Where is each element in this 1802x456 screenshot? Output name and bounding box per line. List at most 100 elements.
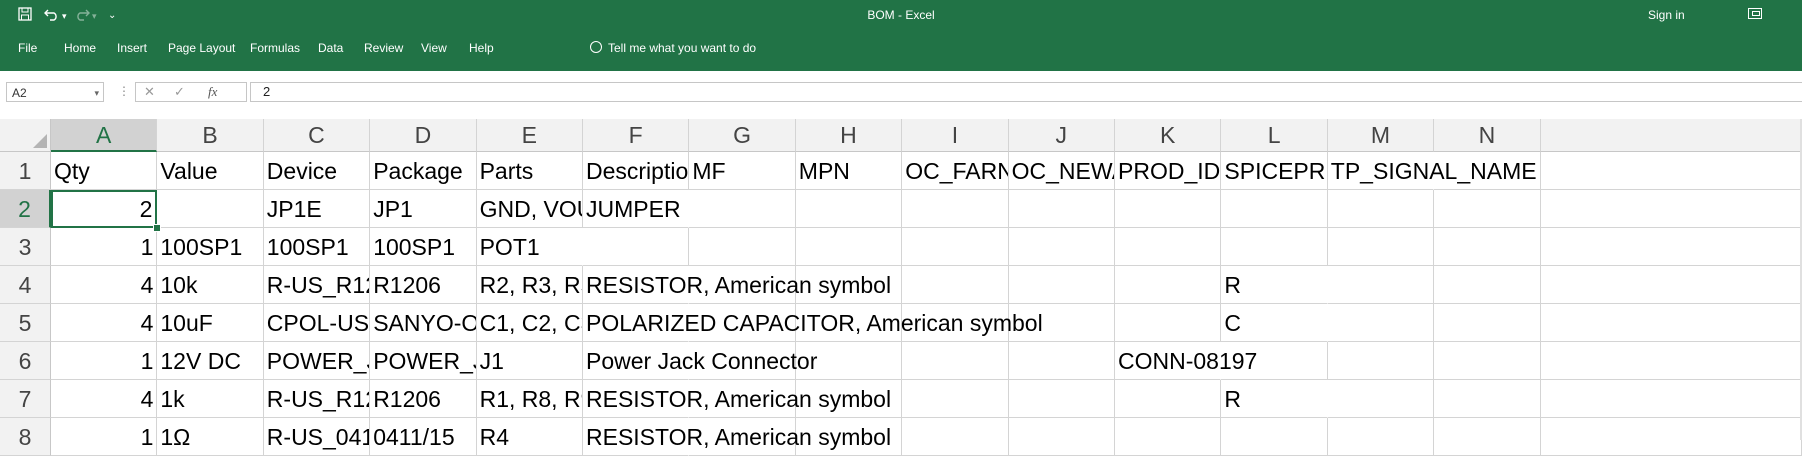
cell-partial[interactable] <box>1540 380 1802 418</box>
cell-j6[interactable] <box>1008 342 1115 380</box>
chevron-down-icon[interactable]: ▾ <box>94 83 99 103</box>
cell-b6[interactable]: 12V DC <box>157 342 264 380</box>
cell-partial[interactable] <box>1540 228 1802 266</box>
name-box[interactable]: A2 ▾ <box>6 82 104 102</box>
cell-f2[interactable]: JUMPER <box>583 190 690 228</box>
column-header-partial[interactable] <box>1540 119 1802 152</box>
cell-d3[interactable]: 100SP1 <box>370 228 477 266</box>
cell-c8[interactable]: R-US_0411 <box>263 418 371 456</box>
row-header-4[interactable]: 4 <box>0 266 51 304</box>
cell-m7[interactable] <box>1327 380 1435 418</box>
tab-insert[interactable]: Insert <box>117 40 147 56</box>
cell-k3[interactable] <box>1115 228 1222 266</box>
cell-f6[interactable]: Power Jack Connector <box>583 342 817 380</box>
cell-d4[interactable]: R1206 <box>370 266 477 304</box>
cell-l4[interactable]: R <box>1221 266 1328 304</box>
cell-b8[interactable]: 1Ω <box>157 418 264 456</box>
cell-l1[interactable]: SPICEPREF <box>1221 152 1328 190</box>
row-header-5[interactable]: 5 <box>0 304 51 342</box>
cancel-icon[interactable]: ✕ <box>144 83 155 101</box>
cell-m6[interactable] <box>1327 342 1435 380</box>
cell-i3[interactable] <box>902 228 1009 266</box>
cell-j3[interactable] <box>1008 228 1115 266</box>
cell-e2[interactable]: GND, VOU <box>476 190 583 228</box>
tab-home[interactable]: Home <box>64 40 96 56</box>
cell-g3[interactable] <box>689 228 796 266</box>
cell-j8[interactable] <box>1008 418 1115 456</box>
cell-d7[interactable]: R1206 <box>370 380 477 418</box>
cell-b4[interactable]: 10k <box>157 266 264 304</box>
column-header-i[interactable]: I <box>902 119 1009 152</box>
cell-d8[interactable]: 0411/15 <box>370 418 477 456</box>
cell-a1[interactable]: Qty <box>51 152 158 190</box>
tab-help[interactable]: Help <box>469 40 494 56</box>
row-header-2[interactable]: 2 <box>0 190 51 228</box>
sign-in-link[interactable]: Sign in <box>1648 8 1685 22</box>
column-header-g[interactable]: G <box>689 119 796 152</box>
cell-k6[interactable]: CONN-08197 <box>1115 342 1257 380</box>
cell-e1[interactable]: Parts <box>476 152 583 190</box>
cell-m5[interactable] <box>1327 304 1435 342</box>
fill-handle[interactable] <box>153 224 162 232</box>
cell-f8[interactable]: RESISTOR, American symbol <box>583 418 891 456</box>
cell-i8[interactable] <box>902 418 1009 456</box>
cell-e8[interactable]: R4 <box>476 418 583 456</box>
cell-m1[interactable]: TP_SIGNAL_NAME <box>1327 152 1537 190</box>
tab-formulas[interactable]: Formulas <box>250 40 300 56</box>
cell-f7[interactable]: RESISTOR, American symbol <box>583 380 891 418</box>
tab-review[interactable]: Review <box>364 40 403 56</box>
cell-m4[interactable] <box>1327 266 1435 304</box>
cell-i4[interactable] <box>902 266 1009 304</box>
column-header-a[interactable]: A <box>51 119 158 152</box>
tab-file[interactable]: File <box>18 40 37 56</box>
cell-b1[interactable]: Value <box>157 152 264 190</box>
cell-c1[interactable]: Device <box>263 152 371 190</box>
cell-partial[interactable] <box>1540 418 1802 456</box>
cell-k7[interactable] <box>1115 380 1222 418</box>
tab-page-layout[interactable]: Page Layout <box>168 40 235 56</box>
cell-a8[interactable]: 1 <box>51 418 158 456</box>
cell-e6[interactable]: J1 <box>476 342 583 380</box>
cell-j7[interactable] <box>1008 380 1115 418</box>
cell-b3[interactable]: 100SP1 <box>157 228 264 266</box>
active-cell[interactable]: 2 <box>51 190 158 228</box>
cell-j2[interactable] <box>1008 190 1115 228</box>
column-header-j[interactable]: J <box>1008 119 1115 152</box>
cell-k2[interactable] <box>1115 190 1222 228</box>
cell-g1[interactable]: MF <box>689 152 796 190</box>
insert-function-icon[interactable]: fx <box>208 83 217 101</box>
cell-a5[interactable]: 4 <box>51 304 158 342</box>
cell-c2[interactable]: JP1E <box>263 190 371 228</box>
cell-c3[interactable]: 100SP1 <box>263 228 371 266</box>
row-header-6[interactable]: 6 <box>0 342 51 380</box>
cell-f5[interactable]: POLARIZED CAPACITOR, American symbol <box>583 304 1043 342</box>
cell-i2[interactable] <box>902 190 1009 228</box>
cell-m2[interactable] <box>1327 190 1435 228</box>
cell-f1[interactable]: Descriptio <box>583 152 690 190</box>
cell-m3[interactable] <box>1327 228 1435 266</box>
cell-partial[interactable] <box>1540 342 1802 380</box>
cell-i1[interactable]: OC_FARNE <box>902 152 1009 190</box>
column-header-m[interactable]: M <box>1327 119 1435 152</box>
cell-h3[interactable] <box>795 228 903 266</box>
column-header-h[interactable]: H <box>795 119 903 152</box>
cell-a4[interactable]: 4 <box>51 266 158 304</box>
cell-a6[interactable]: 1 <box>51 342 158 380</box>
cell-partial[interactable] <box>1540 190 1802 228</box>
cell-b5[interactable]: 10uF <box>157 304 264 342</box>
cell-l2[interactable] <box>1221 190 1328 228</box>
cell-i6[interactable] <box>902 342 1009 380</box>
tab-data[interactable]: Data <box>318 40 343 56</box>
cell-a3[interactable]: 1 <box>51 228 158 266</box>
row-header-1[interactable]: 1 <box>0 152 51 190</box>
cell-partial[interactable] <box>1540 152 1802 190</box>
cell-e5[interactable]: C1, C2, C3, <box>476 304 583 342</box>
cell-k8[interactable] <box>1115 418 1222 456</box>
column-header-f[interactable]: F <box>583 119 690 152</box>
cell-d6[interactable]: POWER_JA <box>370 342 477 380</box>
cell-j4[interactable] <box>1008 266 1115 304</box>
column-header-n[interactable]: N <box>1434 119 1541 152</box>
cell-h2[interactable] <box>795 190 903 228</box>
cell-n7[interactable] <box>1434 380 1541 418</box>
cell-k4[interactable] <box>1115 266 1222 304</box>
